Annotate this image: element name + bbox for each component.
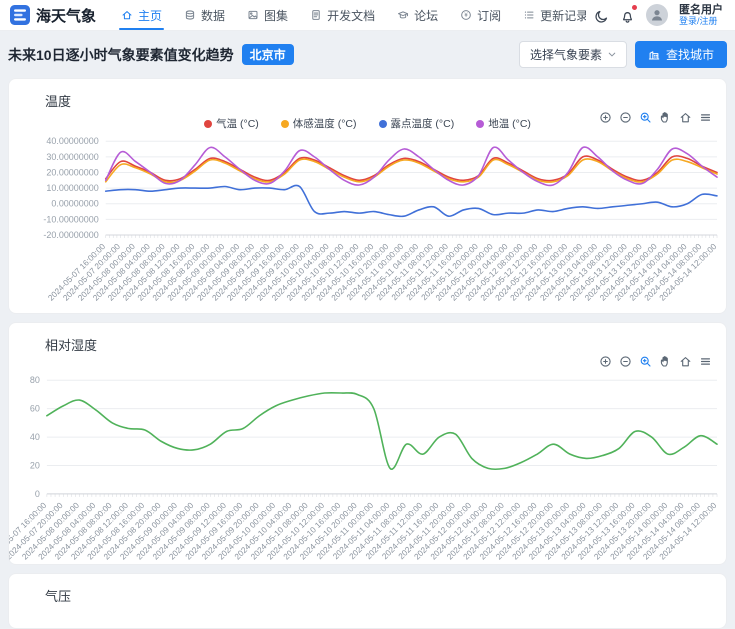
find-city-button[interactable]: 查找城市	[635, 41, 727, 68]
home-icon	[121, 9, 133, 21]
menu-icon[interactable]	[699, 111, 712, 124]
gallery-icon	[247, 9, 259, 21]
nav-item-forum[interactable]: 论坛	[386, 0, 449, 30]
temperature-chart-toolbar	[599, 111, 712, 124]
legend-item-2[interactable]: 露点温度 (°C)	[379, 116, 455, 131]
doc-icon	[310, 9, 322, 21]
nav-item-gallery[interactable]: 图集	[236, 0, 299, 30]
pressure-card: 气压	[8, 573, 727, 629]
humidity-chart[interactable]: 8060402002024-05-07 16:00:002024-05-07 2…	[9, 372, 726, 564]
svg-text:10.00000000: 10.00000000	[46, 183, 98, 193]
moon-icon	[594, 9, 609, 24]
temperature-card: 温度 气温 (°C) 体感温度 (°C) 露点温度 (°C) 地温 (°C) 40.0…	[8, 78, 727, 314]
reset-home-icon[interactable]	[679, 355, 692, 368]
page-header: 未来10日逐小时气象要素值变化趋势 北京市 选择气象要素 查找城市	[8, 41, 727, 68]
city-badge[interactable]: 北京市	[242, 44, 294, 65]
svg-text:60: 60	[30, 404, 40, 414]
user-meta: 匿名用户 登录/注册	[679, 4, 725, 27]
svg-text:40.00000000: 40.00000000	[46, 136, 98, 146]
legend-dot	[379, 120, 387, 128]
subscribe-icon: ¥	[460, 9, 472, 21]
changelog-icon	[523, 9, 535, 21]
legend-dot	[281, 120, 289, 128]
avatar[interactable]	[646, 4, 668, 26]
temperature-card-title: 温度	[9, 79, 726, 110]
site-logo-icon	[10, 5, 30, 25]
page-body: 未来10日逐小时气象要素值变化趋势 北京市 选择气象要素 查找城市 温度 气温 …	[0, 31, 735, 629]
nav-item-label: 图集	[264, 7, 288, 24]
database-icon	[184, 9, 196, 21]
nav-item-label: 开发文档	[327, 7, 375, 24]
reset-home-icon[interactable]	[679, 111, 692, 124]
humidity-card: 相对湿度 8060402002024-05-07 16:00:002024-05…	[8, 322, 727, 565]
nav-item-label: 主页	[138, 7, 162, 24]
svg-text:0: 0	[35, 489, 40, 499]
find-city-label: 查找城市	[666, 46, 714, 63]
person-icon	[649, 7, 665, 23]
notifications-bell[interactable]	[620, 7, 635, 22]
legend-label: 体感温度 (°C)	[293, 116, 357, 131]
legend-dot	[476, 120, 484, 128]
svg-text:¥: ¥	[464, 13, 468, 19]
legend-item-3[interactable]: 地温 (°C)	[476, 116, 531, 131]
legend-item-0[interactable]: 气温 (°C)	[204, 116, 259, 131]
select-weather-element-label: 选择气象要素	[530, 46, 602, 63]
svg-text:40: 40	[30, 432, 40, 442]
legend-dot	[204, 120, 212, 128]
top-navbar: 海天气象 主页数据图集开发文档论坛¥订阅更新记录关于?FAQ捐助我们 匿名用户 …	[0, 0, 735, 31]
nav-item-label: 数据	[201, 7, 225, 24]
svg-text:20: 20	[30, 460, 40, 470]
page-title: 未来10日逐小时气象要素值变化趋势	[8, 45, 234, 65]
nav-item-changelog[interactable]: 更新记录	[512, 0, 586, 30]
chevron-down-icon	[608, 51, 616, 59]
dark-mode-toggle[interactable]	[594, 7, 609, 22]
city-search-icon	[648, 49, 660, 61]
humidity-chart-toolbar	[599, 355, 712, 368]
zoom-in-icon[interactable]	[599, 111, 612, 124]
city-search-icon	[648, 48, 660, 62]
nav-item-label: 论坛	[414, 7, 438, 24]
svg-text:0.00000000: 0.00000000	[51, 199, 98, 209]
forum-icon	[397, 9, 409, 21]
box-zoom-icon[interactable]	[639, 111, 652, 124]
zoom-out-icon[interactable]	[619, 111, 632, 124]
nav-right: 匿名用户 登录/注册	[586, 4, 725, 27]
select-weather-element-dropdown[interactable]: 选择气象要素	[519, 41, 627, 68]
menu-icon[interactable]	[699, 355, 712, 368]
bell-icon	[620, 9, 635, 24]
svg-text:-10.00000000: -10.00000000	[43, 214, 98, 224]
username: 匿名用户	[679, 4, 723, 17]
box-zoom-icon[interactable]	[639, 355, 652, 368]
zoom-out-icon[interactable]	[619, 355, 632, 368]
svg-text:-20.00000000: -20.00000000	[43, 230, 98, 240]
legend-label: 地温 (°C)	[488, 116, 531, 131]
brand-name: 海天气象	[36, 5, 96, 26]
nav-item-label: 更新记录	[540, 7, 586, 24]
login-register-link[interactable]: 登录/注册	[679, 16, 723, 26]
nav-item-label: 订阅	[477, 7, 501, 24]
chevron-down-icon	[608, 48, 616, 62]
nav-item-database[interactable]: 数据	[173, 0, 236, 30]
legend-label: 气温 (°C)	[216, 116, 259, 131]
main-nav: 主页数据图集开发文档论坛¥订阅更新记录关于?FAQ捐助我们	[110, 0, 586, 30]
humidity-card-title: 相对湿度	[9, 323, 726, 354]
legend-item-1[interactable]: 体感温度 (°C)	[281, 116, 357, 131]
pan-icon[interactable]	[659, 355, 672, 368]
brand[interactable]: 海天气象	[10, 5, 96, 26]
nav-item-home[interactable]: 主页	[110, 0, 173, 30]
pan-icon[interactable]	[659, 111, 672, 124]
nav-item-doc[interactable]: 开发文档	[299, 0, 386, 30]
svg-text:30.00000000: 30.00000000	[46, 152, 98, 162]
legend-label: 露点温度 (°C)	[391, 116, 455, 131]
temperature-chart[interactable]: 40.00000000 30.00000000 20.00000000 10.0000…	[9, 131, 726, 313]
svg-text:20.00000000: 20.00000000	[46, 167, 98, 177]
pressure-card-title: 气压	[9, 574, 726, 605]
nav-item-subscribe[interactable]: ¥ 订阅	[449, 0, 512, 30]
zoom-in-icon[interactable]	[599, 355, 612, 368]
svg-text:80: 80	[30, 375, 40, 385]
